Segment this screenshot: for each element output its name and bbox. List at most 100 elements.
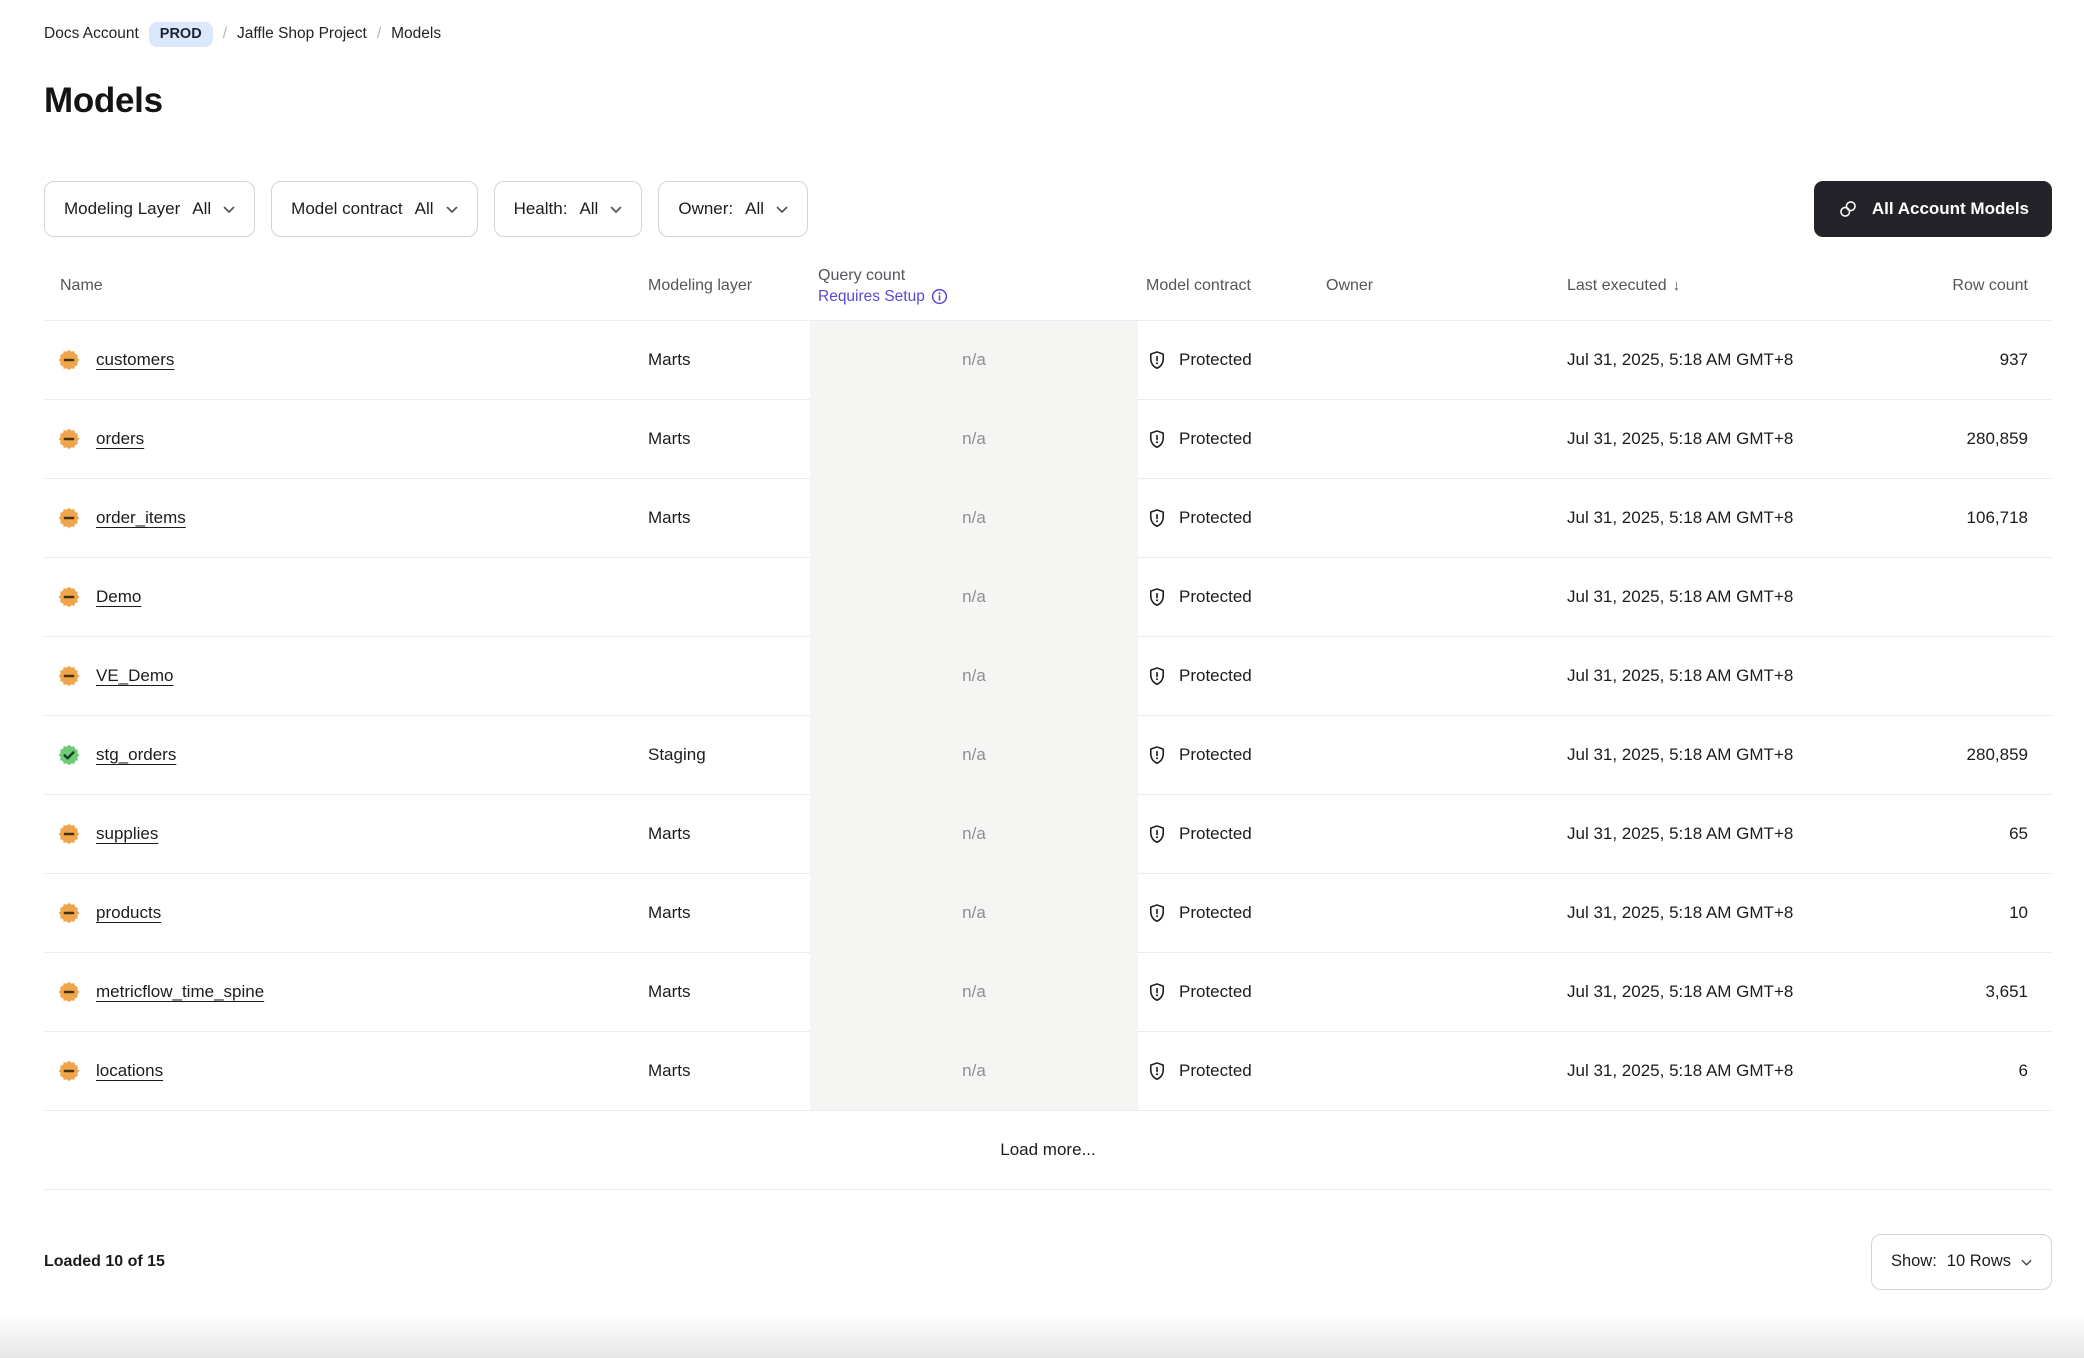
show-label: Show:: [1891, 1252, 1937, 1271]
filter-model-contract[interactable]: Model contract All: [271, 181, 477, 237]
contract-label: Protected: [1179, 508, 1252, 528]
column-header-model-contract[interactable]: Model contract: [1138, 255, 1318, 321]
load-more-button[interactable]: Load more...: [44, 1111, 2052, 1190]
cell-model-contract: Protected: [1138, 400, 1318, 479]
contract-label: Protected: [1179, 824, 1252, 844]
rows-per-page-dropdown[interactable]: Show: 10 Rows: [1871, 1234, 2052, 1290]
model-name-link[interactable]: VE_Demo: [96, 666, 173, 686]
model-name-link[interactable]: supplies: [96, 824, 158, 844]
cell-row-count: 937: [1904, 321, 2052, 400]
page-title: Models: [44, 81, 2052, 121]
table-row: order_itemsMartsn/aProtectedJul 31, 2025…: [44, 479, 2052, 558]
breadcrumb-project[interactable]: Jaffle Shop Project: [237, 25, 367, 43]
cell-name: orders: [44, 400, 640, 479]
breadcrumb-separator: /: [377, 25, 381, 43]
cell-query-count: n/a: [810, 953, 1138, 1032]
contract-label: Protected: [1179, 745, 1252, 765]
table-header-row: Name Modeling layer Query count Requires…: [44, 255, 2052, 321]
cell-last-executed: Jul 31, 2025, 5:18 AM GMT+8: [1550, 558, 1904, 637]
cell-owner: [1318, 874, 1550, 953]
health-icon: [56, 505, 82, 531]
model-name-link[interactable]: Demo: [96, 587, 141, 607]
cell-model-contract: Protected: [1138, 479, 1318, 558]
cell-owner: [1318, 637, 1550, 716]
model-name-link[interactable]: orders: [96, 429, 144, 449]
all-account-models-button[interactable]: All Account Models: [1814, 181, 2052, 237]
cell-last-executed: Jul 31, 2025, 5:18 AM GMT+8: [1550, 716, 1904, 795]
show-value: 10 Rows: [1947, 1252, 2011, 1271]
model-name-link[interactable]: order_items: [96, 508, 186, 528]
cell-model-contract: Protected: [1138, 321, 1318, 400]
cell-model-contract: Protected: [1138, 558, 1318, 637]
cell-query-count: n/a: [810, 400, 1138, 479]
table-row: ordersMartsn/aProtectedJul 31, 2025, 5:1…: [44, 400, 2052, 479]
shield-protected-icon: [1146, 744, 1168, 766]
cell-name: locations: [44, 1032, 640, 1111]
breadcrumb-account[interactable]: Docs Account: [44, 25, 139, 43]
filter-modeling-layer[interactable]: Modeling Layer All: [44, 181, 255, 237]
column-header-modeling-layer[interactable]: Modeling layer: [640, 255, 810, 321]
cell-name: order_items: [44, 479, 640, 558]
cell-modeling-layer: Marts: [640, 321, 810, 400]
query-count-label: Query count: [818, 267, 1130, 285]
contract-label: Protected: [1179, 982, 1252, 1002]
model-name-link[interactable]: customers: [96, 350, 174, 370]
filter-owner[interactable]: Owner: All: [658, 181, 808, 237]
sort-descending-icon: ↓: [1673, 277, 1681, 294]
chevron-down-icon: [223, 206, 235, 214]
filter-value: All: [745, 199, 764, 219]
column-header-name[interactable]: Name: [44, 255, 640, 321]
table-row: VE_Demon/aProtectedJul 31, 2025, 5:18 AM…: [44, 637, 2052, 716]
cell-last-executed: Jul 31, 2025, 5:18 AM GMT+8: [1550, 479, 1904, 558]
model-name-link[interactable]: stg_orders: [96, 745, 176, 765]
column-header-row-count[interactable]: Row count: [1904, 255, 2052, 321]
cell-modeling-layer: Marts: [640, 953, 810, 1032]
cell-owner: [1318, 795, 1550, 874]
cell-row-count: 280,859: [1904, 400, 2052, 479]
cell-row-count: 65: [1904, 795, 2052, 874]
model-name-link[interactable]: locations: [96, 1061, 163, 1081]
health-icon: [56, 426, 82, 452]
table-row: stg_ordersStagingn/aProtectedJul 31, 202…: [44, 716, 2052, 795]
health-icon: [56, 900, 82, 926]
health-icon: [56, 979, 82, 1005]
cell-owner: [1318, 321, 1550, 400]
cell-query-count: n/a: [810, 321, 1138, 400]
cell-row-count: 280,859: [1904, 716, 2052, 795]
chevron-down-icon: [446, 206, 458, 214]
health-icon: [56, 1058, 82, 1084]
info-icon: [931, 288, 948, 305]
cell-owner: [1318, 716, 1550, 795]
cell-row-count: [1904, 558, 2052, 637]
filter-label: Modeling Layer: [64, 199, 180, 219]
breadcrumb-current-page: Models: [391, 25, 441, 43]
filter-label: Health:: [514, 199, 568, 219]
contract-label: Protected: [1179, 1061, 1252, 1081]
cell-query-count: n/a: [810, 479, 1138, 558]
breadcrumb-separator: /: [223, 25, 227, 43]
shield-protected-icon: [1146, 349, 1168, 371]
requires-setup-link[interactable]: Requires Setup: [818, 288, 1130, 306]
filter-health[interactable]: Health: All: [494, 181, 643, 237]
link-icon: [1837, 198, 1859, 220]
column-header-owner[interactable]: Owner: [1318, 255, 1550, 321]
table-footer: Loaded 10 of 15 Show: 10 Rows: [44, 1234, 2052, 1290]
contract-label: Protected: [1179, 666, 1252, 686]
health-icon: [56, 347, 82, 373]
model-name-link[interactable]: products: [96, 903, 161, 923]
shield-protected-icon: [1146, 586, 1168, 608]
cell-row-count: 6: [1904, 1032, 2052, 1111]
table-row: locationsMartsn/aProtectedJul 31, 2025, …: [44, 1032, 2052, 1111]
model-name-link[interactable]: metricflow_time_spine: [96, 982, 264, 1002]
column-header-last-executed[interactable]: Last executed↓: [1550, 255, 1904, 321]
table-row: metricflow_time_spineMartsn/aProtectedJu…: [44, 953, 2052, 1032]
contract-label: Protected: [1179, 350, 1252, 370]
cell-query-count: n/a: [810, 558, 1138, 637]
cell-name: metricflow_time_spine: [44, 953, 640, 1032]
table-row: suppliesMartsn/aProtectedJul 31, 2025, 5…: [44, 795, 2052, 874]
health-icon: [56, 821, 82, 847]
environment-badge: PROD: [149, 22, 213, 47]
filter-bar: Modeling Layer All Model contract All He…: [44, 181, 2052, 237]
chevron-down-icon: [610, 206, 622, 214]
shield-protected-icon: [1146, 823, 1168, 845]
